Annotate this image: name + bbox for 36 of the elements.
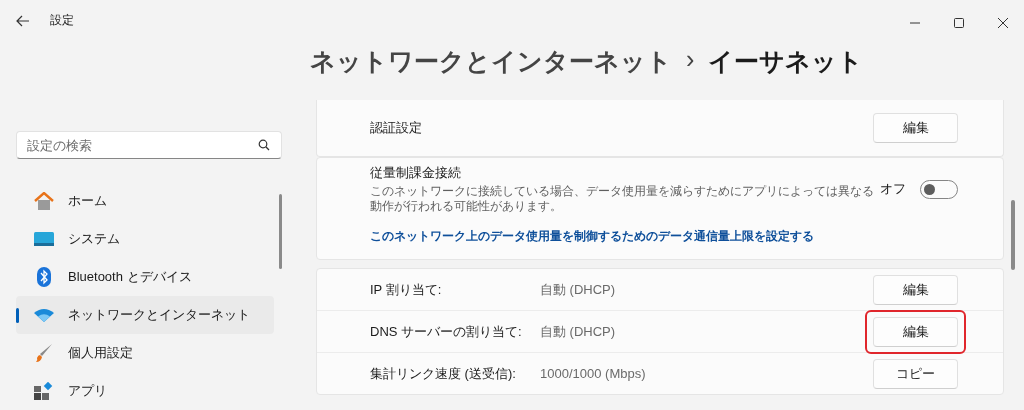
- sidebar-item[interactable]: Bluetooth とデバイス: [16, 258, 274, 296]
- data-limit-link[interactable]: このネットワーク上のデータ使用量を制御するためのデータ通信量上限を設定する: [370, 228, 958, 245]
- action-button[interactable]: コピー: [873, 358, 958, 389]
- sidebar-item[interactable]: システム: [16, 220, 274, 258]
- setting-value: 自動 (DHCP): [540, 322, 616, 341]
- setting-label: IP 割り当て:: [370, 280, 443, 299]
- close-icon[interactable]: [998, 17, 1008, 28]
- sidebar-item[interactable]: ネットワークとインターネット: [16, 296, 274, 334]
- action-button[interactable]: 編集: [873, 274, 958, 305]
- breadcrumb-link[interactable]: ネットワークとインターネット: [310, 45, 672, 78]
- search-icon: [258, 139, 270, 151]
- setting-label: DNS サーバーの割り当て:: [370, 322, 523, 341]
- brush-icon: [34, 343, 54, 363]
- sidebar-item[interactable]: 個人用設定: [16, 334, 274, 372]
- edit-button[interactable]: 編集: [873, 113, 958, 143]
- setting-label: 従量制課金接続: [370, 164, 462, 182]
- setting-description: このネットワークに接続している場合、データ使用量を減らすためにアプリによっては異なる動作が行われる可能性があります。: [370, 184, 875, 214]
- apps-icon: [34, 382, 54, 400]
- action-button[interactable]: 編集: [873, 316, 958, 347]
- back-arrow-icon[interactable]: [16, 14, 30, 27]
- wifi-icon: [34, 308, 54, 322]
- house-icon: [34, 192, 54, 210]
- monitor-icon: [34, 232, 54, 246]
- sidebar-item[interactable]: アプリ: [16, 372, 274, 410]
- bluetooth-icon: [34, 267, 54, 287]
- setting-value: 自動 (DHCP): [540, 280, 616, 299]
- setting-label: 集計リンク速度 (送受信):: [370, 364, 517, 383]
- toggle-state: オフ: [880, 180, 906, 198]
- search-field[interactable]: 設定の検索: [16, 131, 282, 159]
- window-title: 設定: [50, 12, 74, 29]
- maximize-icon[interactable]: [954, 17, 964, 28]
- setting-value: 1000/1000 (Mbps): [540, 366, 646, 381]
- setting-label: 認証設定: [370, 119, 422, 137]
- breadcrumb-separator: ›: [686, 45, 695, 74]
- page-title: イーサネット: [708, 46, 864, 77]
- sidebar-item[interactable]: ホーム: [16, 182, 274, 220]
